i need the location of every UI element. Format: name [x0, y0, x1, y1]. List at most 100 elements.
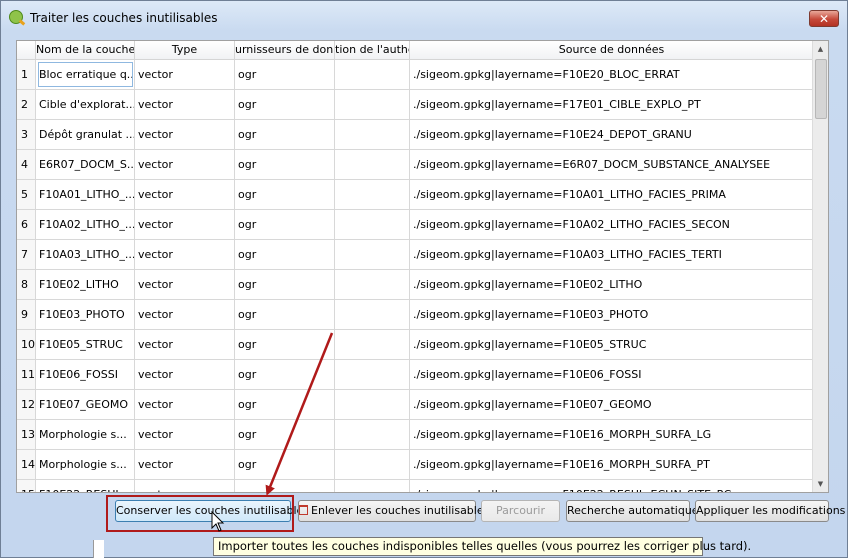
title-bar[interactable]: Traiter les couches inutilisables ✕	[1, 1, 847, 35]
header-provider[interactable]: urnisseurs de donné	[235, 41, 335, 59]
layer-type-cell[interactable]: vector	[135, 270, 235, 299]
data-source-cell[interactable]: ./sigeom.gpkg|layername=F10E05_STRUC	[410, 330, 814, 359]
provider-cell[interactable]: ogr	[235, 150, 335, 179]
layer-name-cell[interactable]: F10E02_LITHO	[36, 270, 135, 299]
table-row[interactable]: 6 F10A02_LITHO_... vector ogr ./sigeom.gpkg|…	[17, 210, 814, 240]
layer-type-cell[interactable]: vector	[135, 180, 235, 209]
header-auth[interactable]: tion de l'auther	[335, 41, 410, 59]
auth-cell[interactable]	[335, 360, 410, 389]
data-source-cell[interactable]: ./sigeom.gpkg|layername=F10A01_LITHO_FAC…	[410, 180, 814, 209]
table-row[interactable]: 10 F10E05_STRUC vector ogr ./sigeom.gpkg|lay…	[17, 330, 814, 360]
layer-type-cell[interactable]: vector	[135, 480, 235, 492]
layer-type-cell[interactable]: vector	[135, 330, 235, 359]
table-row[interactable]: 1 Bloc erratique q... vector ogr ./sigeom.gp…	[17, 60, 814, 90]
table-row[interactable]: 5 F10A01_LITHO_... vector ogr ./sigeom.gpkg|…	[17, 180, 814, 210]
auth-cell[interactable]	[335, 450, 410, 479]
layer-name-cell[interactable]: F10E22_RESUL...	[36, 480, 135, 492]
data-source-cell[interactable]: ./sigeom.gpkg|layername=F10E07_GEOMO	[410, 390, 814, 419]
remove-unavailable-layers-button[interactable]: Enlever les couches inutilisables	[298, 500, 489, 522]
layer-type-cell[interactable]: vector	[135, 450, 235, 479]
data-source-cell[interactable]: ./sigeom.gpkg|layername=F10E06_FOSSI	[410, 360, 814, 389]
auth-cell[interactable]	[335, 210, 410, 239]
data-source-cell[interactable]: ./sigeom.gpkg|layername=F10E22_RESUL_ECH…	[410, 480, 814, 492]
data-source-cell[interactable]: ./sigeom.gpkg|layername=F10E02_LITHO	[410, 270, 814, 299]
layer-type-cell[interactable]: vector	[135, 210, 235, 239]
data-source-cell[interactable]: ./sigeom.gpkg|layername=E6R07_DOCM_SUBST…	[410, 150, 814, 179]
apply-changes-button[interactable]: Appliquer les modifications	[695, 500, 845, 522]
table-row[interactable]: 13 Morphologie s... vector ogr ./sigeom.gpkg…	[17, 420, 814, 450]
scroll-down-icon[interactable]: ▼	[813, 476, 828, 492]
table-row[interactable]: 14 Morphologie s... vector ogr ./sigeom.gpkg…	[17, 450, 814, 480]
layer-name-cell[interactable]: F10E06_FOSSI	[36, 360, 135, 389]
table-row[interactable]: 9 F10E03_PHOTO vector ogr ./sigeom.gpkg|laye…	[17, 300, 814, 330]
table-row[interactable]: 4 E6R07_DOCM_S... vector ogr ./sigeom.gpkg|l…	[17, 150, 814, 180]
layer-type-cell[interactable]: vector	[135, 60, 235, 89]
data-source-cell[interactable]: ./sigeom.gpkg|layername=F10E24_DEPOT_GRA…	[410, 120, 814, 149]
provider-cell[interactable]: ogr	[235, 120, 335, 149]
layer-name-cell[interactable]: Dépôt granulat ...	[36, 120, 135, 149]
layer-type-cell[interactable]: vector	[135, 420, 235, 449]
provider-cell[interactable]: ogr	[235, 180, 335, 209]
auth-cell[interactable]	[335, 60, 410, 89]
table-row[interactable]: 2 Cible d'explorat... vector ogr ./sigeom.gp…	[17, 90, 814, 120]
scroll-thumb[interactable]	[815, 59, 827, 119]
browse-button[interactable]: Parcourir	[481, 500, 560, 522]
auth-cell[interactable]	[335, 90, 410, 119]
auth-cell[interactable]	[335, 270, 410, 299]
header-row-number[interactable]	[17, 41, 36, 59]
data-source-cell[interactable]: ./sigeom.gpkg|layername=F17E01_CIBLE_EXP…	[410, 90, 814, 119]
table-row[interactable]: 3 Dépôt granulat ... vector ogr ./sigeom.gpk…	[17, 120, 814, 150]
auto-search-button[interactable]: Recherche automatique	[566, 500, 699, 522]
auth-cell[interactable]	[335, 420, 410, 449]
table-row[interactable]: 12 F10E07_GEOMO vector ogr ./sigeom.gpkg|lay…	[17, 390, 814, 420]
provider-cell[interactable]: ogr	[235, 390, 335, 419]
layer-name-cell[interactable]: F10A03_LITHO_...	[36, 240, 135, 269]
auth-cell[interactable]	[335, 480, 410, 492]
auth-cell[interactable]	[335, 330, 410, 359]
table-row[interactable]: 15F10E22_RESUL...vectorogr ./sigeom.gpkg|…	[17, 480, 814, 492]
provider-cell[interactable]: ogr	[235, 210, 335, 239]
table-row[interactable]: 11 F10E06_FOSSI vector ogr ./sigeom.gpkg|lay…	[17, 360, 814, 390]
header-data-source[interactable]: Source de données	[410, 41, 814, 59]
layer-name-cell[interactable]: Morphologie s...	[36, 420, 135, 449]
close-button[interactable]: ✕	[809, 10, 839, 27]
layer-name-cell[interactable]: F10E05_STRUC	[36, 330, 135, 359]
layer-name-cell[interactable]: Morphologie s...	[36, 450, 135, 479]
layer-type-cell[interactable]: vector	[135, 390, 235, 419]
layer-type-cell[interactable]: vector	[135, 120, 235, 149]
data-source-cell[interactable]: ./sigeom.gpkg|layername=F10E20_BLOC_ERRA…	[410, 60, 814, 89]
header-layer-name[interactable]: Nom de la couche	[36, 41, 135, 59]
provider-cell[interactable]: ogr	[235, 240, 335, 269]
layer-type-cell[interactable]: vector	[135, 90, 235, 119]
provider-cell[interactable]: ogr	[235, 60, 335, 89]
auth-cell[interactable]	[335, 150, 410, 179]
layer-name-cell[interactable]: Bloc erratique q...	[36, 60, 135, 89]
provider-cell[interactable]: ogr	[235, 450, 335, 479]
layer-name-cell[interactable]: E6R07_DOCM_S...	[36, 150, 135, 179]
layer-name-cell[interactable]: F10E03_PHOTO	[36, 300, 135, 329]
vertical-scrollbar[interactable]: ▲ ▼	[812, 41, 828, 492]
provider-cell[interactable]: ogr	[235, 360, 335, 389]
layer-type-cell[interactable]: vector	[135, 240, 235, 269]
auth-cell[interactable]	[335, 180, 410, 209]
data-source-cell[interactable]: ./sigeom.gpkg|layername=F10E03_PHOTO	[410, 300, 814, 329]
auth-cell[interactable]	[335, 390, 410, 419]
auth-cell[interactable]	[335, 240, 410, 269]
data-source-cell[interactable]: ./sigeom.gpkg|layername=F10E16_MORPH_SUR…	[410, 420, 814, 449]
data-source-cell[interactable]: ./sigeom.gpkg|layername=F10E16_MORPH_SUR…	[410, 450, 814, 479]
layer-name-cell[interactable]: Cible d'explorat...	[36, 90, 135, 119]
provider-cell[interactable]: ogr	[235, 420, 335, 449]
layer-name-cell[interactable]: F10E07_GEOMO	[36, 390, 135, 419]
auth-cell[interactable]	[335, 120, 410, 149]
provider-cell[interactable]: ogr	[235, 90, 335, 119]
data-source-cell[interactable]: ./sigeom.gpkg|layername=F10A03_LITHO_FAC…	[410, 240, 814, 269]
layer-name-cell[interactable]: F10A01_LITHO_...	[36, 180, 135, 209]
provider-cell[interactable]: ogr	[235, 330, 335, 359]
auth-cell[interactable]	[335, 300, 410, 329]
layer-type-cell[interactable]: vector	[135, 300, 235, 329]
table-row[interactable]: 7 F10A03_LITHO_... vector ogr ./sigeom.gpkg|…	[17, 240, 814, 270]
header-type[interactable]: Type	[135, 41, 235, 59]
layer-type-cell[interactable]: vector	[135, 150, 235, 179]
provider-cell[interactable]: ogr	[235, 480, 335, 492]
layer-name-cell[interactable]: F10A02_LITHO_...	[36, 210, 135, 239]
